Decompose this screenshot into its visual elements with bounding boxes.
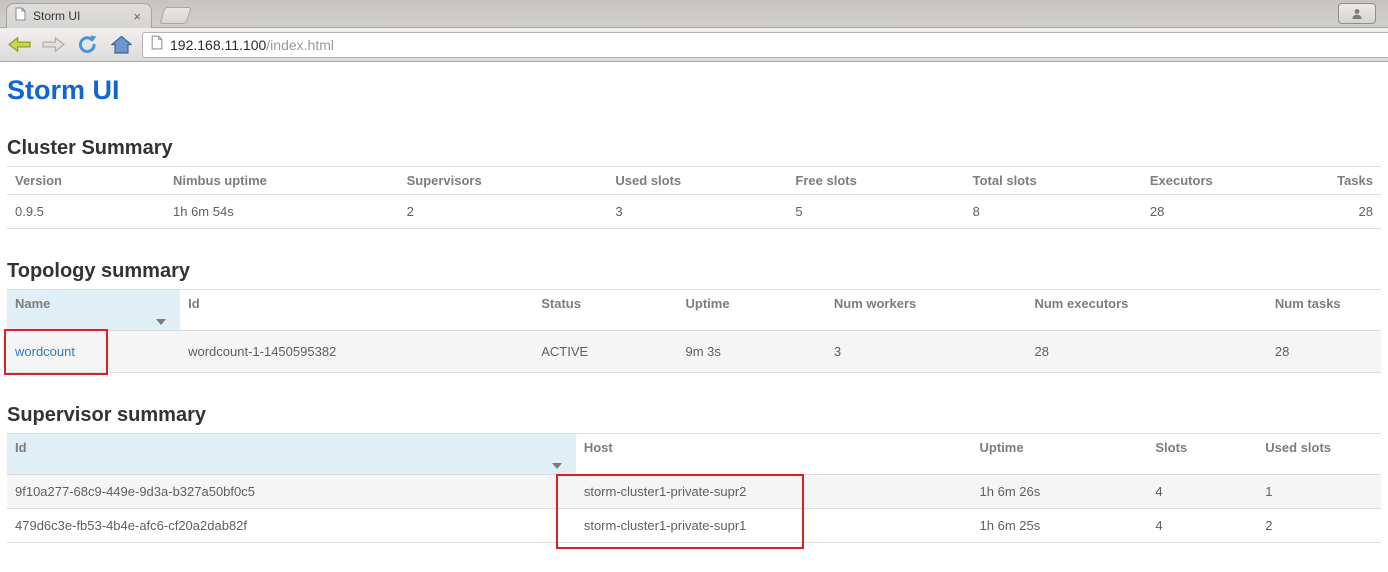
topology-wordcount-link[interactable]: wordcount [15,344,75,359]
page-title: Storm UI [7,75,1381,106]
topology-summary-table: Name Id Status Uptime Num workers Num ex… [7,289,1381,373]
supervisor-summary-heading: Supervisor summary [7,404,1381,427]
supervisor-slots-cell: 4 [1147,475,1257,509]
col-nimbus-uptime[interactable]: Nimbus uptime [165,167,399,195]
back-button[interactable] [6,33,33,57]
supervisor-id-cell: 9f10a277-68c9-449e-9d3a-b327a50bf0c5 [7,475,576,509]
col-version[interactable]: Version [7,167,165,195]
url-bar[interactable]: 192.168.11.100/index.html [142,32,1388,58]
executors-cell: 28 [1142,195,1323,229]
browser-tab[interactable]: Storm UI × [6,3,152,28]
tasks-cell: 28 [1323,195,1381,229]
cluster-row: 0.9.5 1h 6m 54s 2 3 5 8 28 28 [7,195,1381,229]
url-text: 192.168.11.100/index.html [170,37,334,53]
col-num-tasks[interactable]: Num tasks [1267,290,1381,331]
url-path: /index.html [266,37,334,53]
col-uptime[interactable]: Uptime [677,290,825,331]
supervisor-row: 479d6c3e-fb53-4b4e-afc6-cf20a2dab82f sto… [7,509,1381,543]
sort-desc-icon [156,319,166,325]
supervisor-row: 9f10a277-68c9-449e-9d3a-b327a50bf0c5 sto… [7,475,1381,509]
col-tasks[interactable]: Tasks [1323,167,1381,195]
supervisors-cell: 2 [399,195,608,229]
col-num-executors[interactable]: Num executors [1026,290,1266,331]
page-file-icon [151,35,163,55]
supervisor-uptime-cell: 1h 6m 25s [972,509,1148,543]
cluster-summary-heading: Cluster Summary [7,137,1381,160]
refresh-icon [77,34,98,55]
col-executors[interactable]: Executors [1142,167,1323,195]
page-file-icon [15,7,26,26]
cluster-header-row: Version Nimbus uptime Supervisors Used s… [7,167,1381,195]
version-cell: 0.9.5 [7,195,165,229]
topology-id-cell: wordcount-1-1450595382 [180,331,533,373]
supervisor-used-slots-cell: 2 [1257,509,1381,543]
supervisor-uptime-cell: 1h 6m 26s [972,475,1148,509]
user-icon [1350,7,1364,21]
topology-num-workers-cell: 3 [826,331,1027,373]
sort-desc-icon [552,463,562,469]
col-uptime[interactable]: Uptime [972,434,1148,475]
close-tab-icon[interactable]: × [131,10,143,23]
home-icon [111,35,132,54]
supervisor-host-cell: storm-cluster1-private-supr1 [576,509,972,543]
supervisor-host-cell: storm-cluster1-private-supr2 [576,475,972,509]
col-name-sorted[interactable]: Name [7,290,180,331]
cluster-summary-table: Version Nimbus uptime Supervisors Used s… [7,166,1381,229]
col-free-slots[interactable]: Free slots [787,167,964,195]
supervisor-summary-table: Id Host Uptime Slots Used slots 9f10a277… [7,433,1381,543]
new-tab-button[interactable] [159,7,192,24]
col-id-sorted[interactable]: Id [7,434,576,475]
forward-button[interactable] [40,33,67,57]
storm-ui-page: Storm UI Cluster Summary Version Nimbus … [0,75,1388,543]
col-host[interactable]: Host [576,434,972,475]
topology-uptime-cell: 9m 3s [677,331,825,373]
topology-header-row: Name Id Status Uptime Num workers Num ex… [7,290,1381,331]
refresh-button[interactable] [74,33,101,57]
col-supervisors[interactable]: Supervisors [399,167,608,195]
total-slots-cell: 8 [965,195,1142,229]
home-button[interactable] [108,33,135,57]
supervisor-header-row: Id Host Uptime Slots Used slots [7,434,1381,475]
col-id[interactable]: Id [180,290,533,331]
used-slots-cell: 3 [607,195,787,229]
col-slots[interactable]: Slots [1147,434,1257,475]
supervisor-slots-cell: 4 [1147,509,1257,543]
profile-button[interactable] [1338,3,1376,24]
topology-name-cell: wordcount [7,331,180,373]
topology-status-cell: ACTIVE [533,331,677,373]
topology-summary-heading: Topology summary [7,260,1381,283]
supervisor-id-cell: 479d6c3e-fb53-4b4e-afc6-cf20a2dab82f [7,509,576,543]
browser-tab-strip: Storm UI × [0,0,1388,28]
tab-title: Storm UI [33,9,124,23]
col-num-workers[interactable]: Num workers [826,290,1027,331]
browser-toolbar: 192.168.11.100/index.html [0,28,1388,62]
topology-num-tasks-cell: 28 [1267,331,1381,373]
free-slots-cell: 5 [787,195,964,229]
topology-row: wordcount wordcount-1-1450595382 ACTIVE … [7,331,1381,373]
col-used-slots[interactable]: Used slots [607,167,787,195]
forward-arrow-icon [41,35,66,54]
url-host: 192.168.11.100 [170,37,266,53]
col-used-slots[interactable]: Used slots [1257,434,1381,475]
col-status[interactable]: Status [533,290,677,331]
topology-num-executors-cell: 28 [1026,331,1266,373]
col-total-slots[interactable]: Total slots [965,167,1142,195]
nimbus-uptime-cell: 1h 6m 54s [165,195,399,229]
back-arrow-icon [7,35,32,54]
supervisor-used-slots-cell: 1 [1257,475,1381,509]
